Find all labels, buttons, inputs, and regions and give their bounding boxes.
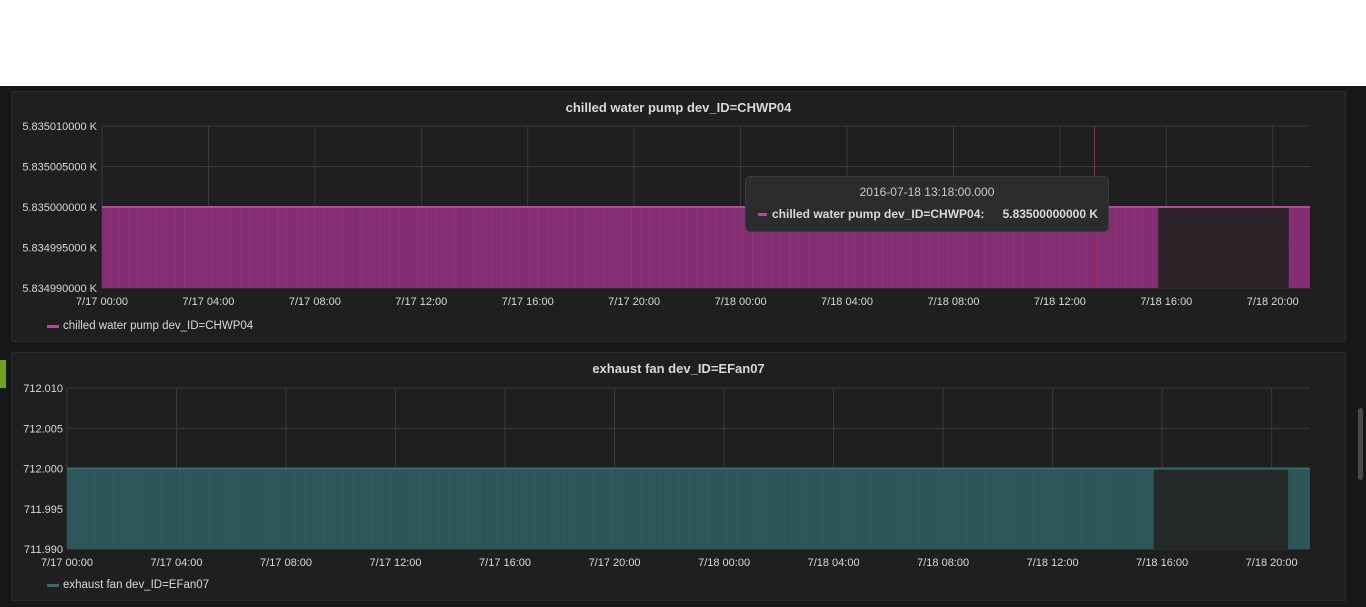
series-gap-area (1153, 468, 1289, 549)
y-tick-label: 5.834990000 K (22, 283, 97, 295)
tooltip-swatch (758, 212, 767, 216)
charts-canvas[interactable]: 5.835010000 K 5.835005000 K 5.835000000 K 5… (0, 0, 1366, 607)
tooltip-series-name: chilled water pump dev_ID=CHWP04: (772, 207, 985, 221)
x-tick-label: 7/17 04:00 (151, 557, 203, 569)
y-tick-label: 711.995 (24, 504, 63, 516)
y-tick-label: 5.834995000 K (22, 243, 97, 255)
x-tick-label: 7/17 00:00 (41, 557, 93, 569)
x-tick-label: 7/18 20:00 (1247, 296, 1299, 308)
x-tick-label: 7/18 12:00 (1034, 296, 1086, 308)
y-tick-label: 712.010 (23, 383, 63, 395)
x-tick-label: 7/17 08:00 (289, 296, 341, 308)
series-area (1288, 207, 1310, 288)
hover-tooltip: 2016-07-18 13:18:00.000 chilled water pu… (745, 176, 1109, 232)
y-tick-label: 5.835000000 K (22, 202, 97, 214)
x-tick-label: 7/18 16:00 (1140, 296, 1192, 308)
x-tick-label: 7/18 08:00 (917, 557, 969, 569)
series-area (67, 468, 1154, 549)
x-tick-label: 7/17 16:00 (502, 296, 554, 308)
x-tick-label: 7/17 20:00 (589, 557, 641, 569)
x-tick-label: 7/18 00:00 (698, 557, 750, 569)
tooltip-time: 2016-07-18 13:18:00.000 (859, 185, 995, 199)
y-tick-label: 712.005 (23, 423, 63, 435)
x-tick-label: 7/17 12:00 (370, 557, 422, 569)
x-tick-label: 7/17 16:00 (479, 557, 531, 569)
tooltip-value: 5.83500000000 K (1002, 207, 1098, 221)
y-tick-label: 5.835010000 K (22, 121, 97, 133)
y-tick-label: 711.990 (24, 544, 63, 556)
series-gap-area (1158, 207, 1289, 288)
series-area (1288, 468, 1310, 549)
x-tick-label: 7/18 20:00 (1246, 557, 1298, 569)
x-tick-label: 7/18 08:00 (927, 296, 979, 308)
x-tick-label: 7/17 12:00 (395, 296, 447, 308)
tooltip-row: chilled water pump dev_ID=CHWP04: 5.8350… (758, 207, 1098, 221)
x-tick-label: 7/17 00:00 (76, 296, 128, 308)
x-tick-label: 7/17 04:00 (182, 296, 234, 308)
y-tick-label: 5.835005000 K (22, 162, 97, 174)
x-tick-label: 7/17 08:00 (260, 557, 312, 569)
y-tick-label: 712.000 (23, 464, 63, 476)
x-tick-label: 7/18 00:00 (715, 296, 767, 308)
x-tick-label: 7/17 20:00 (608, 296, 660, 308)
x-tick-label: 7/18 16:00 (1136, 557, 1188, 569)
x-tick-label: 7/18 12:00 (1027, 557, 1079, 569)
x-tick-label: 7/18 04:00 (821, 296, 873, 308)
x-tick-label: 7/18 04:00 (808, 557, 860, 569)
